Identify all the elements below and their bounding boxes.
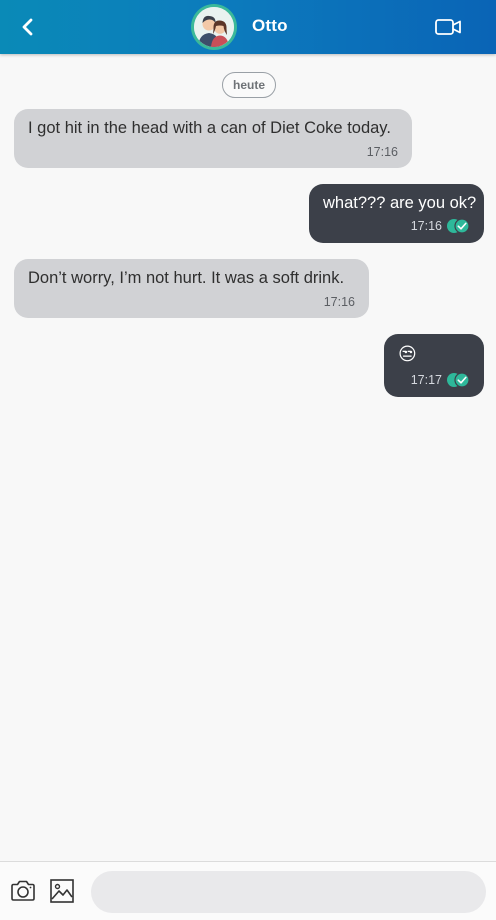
- camera-button[interactable]: [10, 879, 36, 903]
- chevron-left-icon: [22, 18, 33, 36]
- chat-header: Otto: [0, 0, 496, 54]
- read-receipt-icon: [447, 218, 470, 234]
- video-call-button[interactable]: [434, 16, 464, 38]
- message-time: 17:16: [366, 145, 398, 159]
- video-camera-icon: [435, 19, 461, 35]
- message-time: 17:16: [410, 219, 442, 233]
- message-emoji: 😒: [398, 344, 417, 364]
- gallery-button[interactable]: [49, 878, 75, 904]
- message-meta: 17:16: [367, 145, 398, 159]
- message-time: 17:17: [410, 373, 442, 387]
- message-time: 17:16: [323, 295, 355, 309]
- message-input[interactable]: [91, 871, 486, 913]
- message-bubble-incoming[interactable]: Don’t worry, I’m not hurt. It was a soft…: [14, 259, 369, 318]
- contact-avatar[interactable]: [194, 7, 234, 47]
- message-text: Don’t worry, I’m not hurt. It was a soft…: [28, 269, 345, 287]
- message-text: I got hit in the head with a can of Diet…: [28, 119, 391, 137]
- message-text: what??? are you ok?: [323, 194, 477, 212]
- back-button[interactable]: [14, 13, 42, 41]
- camera-icon: [11, 880, 35, 901]
- read-receipt-icon: [447, 372, 470, 388]
- message-bubble-outgoing[interactable]: what??? are you ok? 17:16: [309, 184, 484, 243]
- image-gallery-icon: [50, 879, 74, 903]
- message-meta: 17:16: [324, 295, 355, 309]
- date-separator: heute: [222, 72, 276, 98]
- message-bubble-outgoing[interactable]: 😒 17:17: [384, 334, 484, 397]
- composer-bar: [0, 861, 496, 920]
- contact-name[interactable]: Otto: [252, 16, 288, 36]
- couple-avatar-icon: [194, 7, 234, 47]
- message-meta: 17:17: [411, 372, 470, 388]
- message-bubble-incoming[interactable]: I got hit in the head with a can of Diet…: [14, 109, 412, 168]
- message-meta: 17:16: [411, 218, 470, 234]
